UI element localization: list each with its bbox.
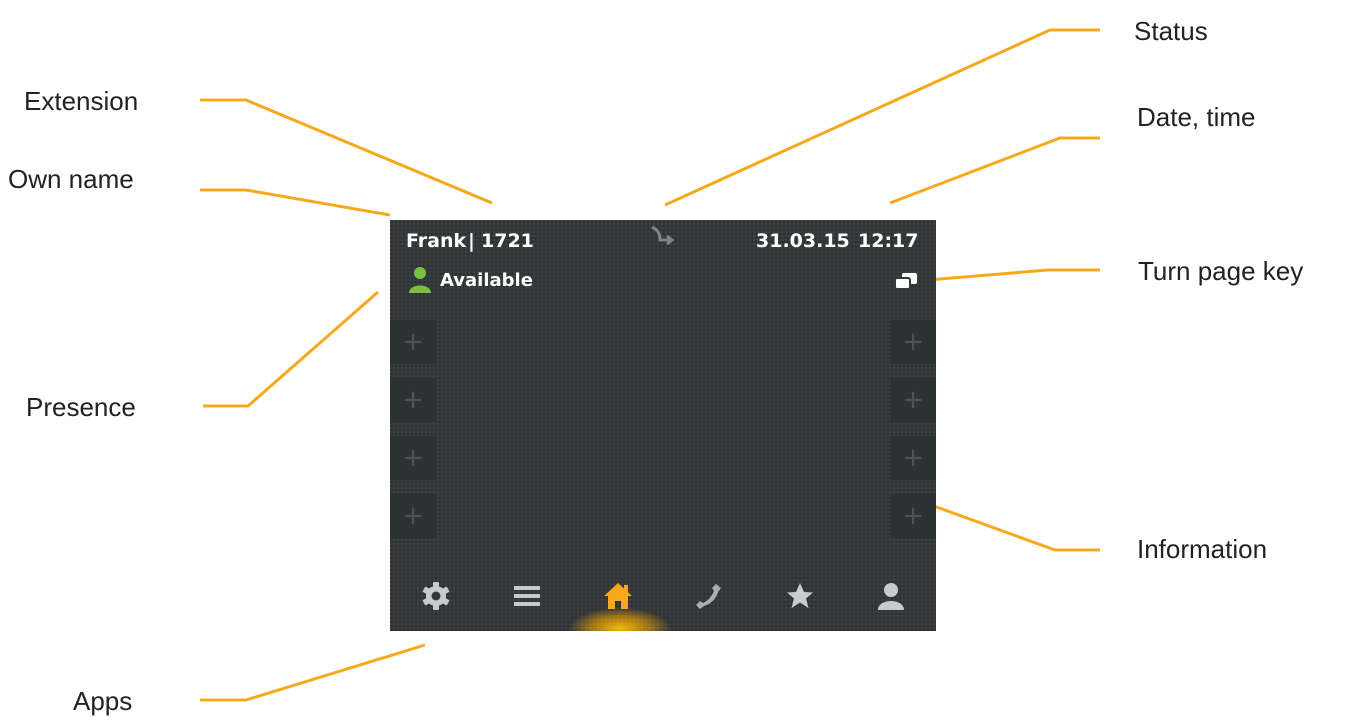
home-app-button[interactable] xyxy=(572,561,663,631)
function-key-right-3[interactable]: + xyxy=(890,436,936,480)
leader-status xyxy=(664,28,1100,207)
phone-screen: Frank | 1721 31.03.15 12:17 Available + … xyxy=(390,220,936,631)
name-extension-separator: | xyxy=(468,230,475,252)
function-key-left-2[interactable]: + xyxy=(390,378,436,422)
function-key-right-2[interactable]: + xyxy=(890,378,936,422)
presence-status[interactable]: Available xyxy=(440,270,533,291)
leader-turn-page-key xyxy=(915,268,1100,283)
menu-icon xyxy=(513,586,540,606)
favorites-app-button[interactable] xyxy=(754,561,845,631)
gear-icon xyxy=(422,582,449,610)
presence-person-icon xyxy=(409,267,431,293)
leader-apps xyxy=(200,643,426,702)
label-presence: Presence xyxy=(26,392,136,422)
contacts-app-button[interactable] xyxy=(845,561,936,631)
star-icon xyxy=(786,583,813,608)
leader-own-name xyxy=(200,188,391,217)
label-turn-page-key: Turn page key xyxy=(1138,256,1304,286)
contacts-icon xyxy=(877,583,904,610)
leader-extension xyxy=(200,98,493,205)
settings-app-button[interactable] xyxy=(390,561,481,631)
function-key-left-4[interactable]: + xyxy=(390,494,436,538)
function-key-right-1[interactable]: + xyxy=(890,320,936,364)
home-icon xyxy=(603,583,632,609)
label-apps: Apps xyxy=(73,686,133,716)
date: 31.03.15 xyxy=(756,230,850,252)
menu-app-button[interactable] xyxy=(481,561,572,631)
extension-number: 1721 xyxy=(481,230,534,252)
function-key-left-3[interactable]: + xyxy=(390,436,436,480)
label-information: Information xyxy=(1137,534,1268,564)
app-bar xyxy=(390,561,936,631)
leader-presence xyxy=(203,290,379,408)
label-own-name: Own name xyxy=(8,164,134,194)
phone-app-button[interactable] xyxy=(663,561,754,631)
function-key-left-1[interactable]: + xyxy=(390,320,436,364)
call-forward-status-icon xyxy=(651,225,675,246)
function-key-right-4[interactable]: + xyxy=(890,494,936,538)
label-status: Status xyxy=(1134,16,1208,46)
turn-page-key-icon[interactable] xyxy=(893,272,919,292)
leader-date-time xyxy=(889,136,1100,205)
label-date-time: Date, time xyxy=(1137,102,1256,132)
label-extension: Extension xyxy=(24,86,139,116)
time: 12:17 xyxy=(858,230,919,252)
phone-icon xyxy=(695,584,721,609)
own-name: Frank xyxy=(406,230,467,252)
